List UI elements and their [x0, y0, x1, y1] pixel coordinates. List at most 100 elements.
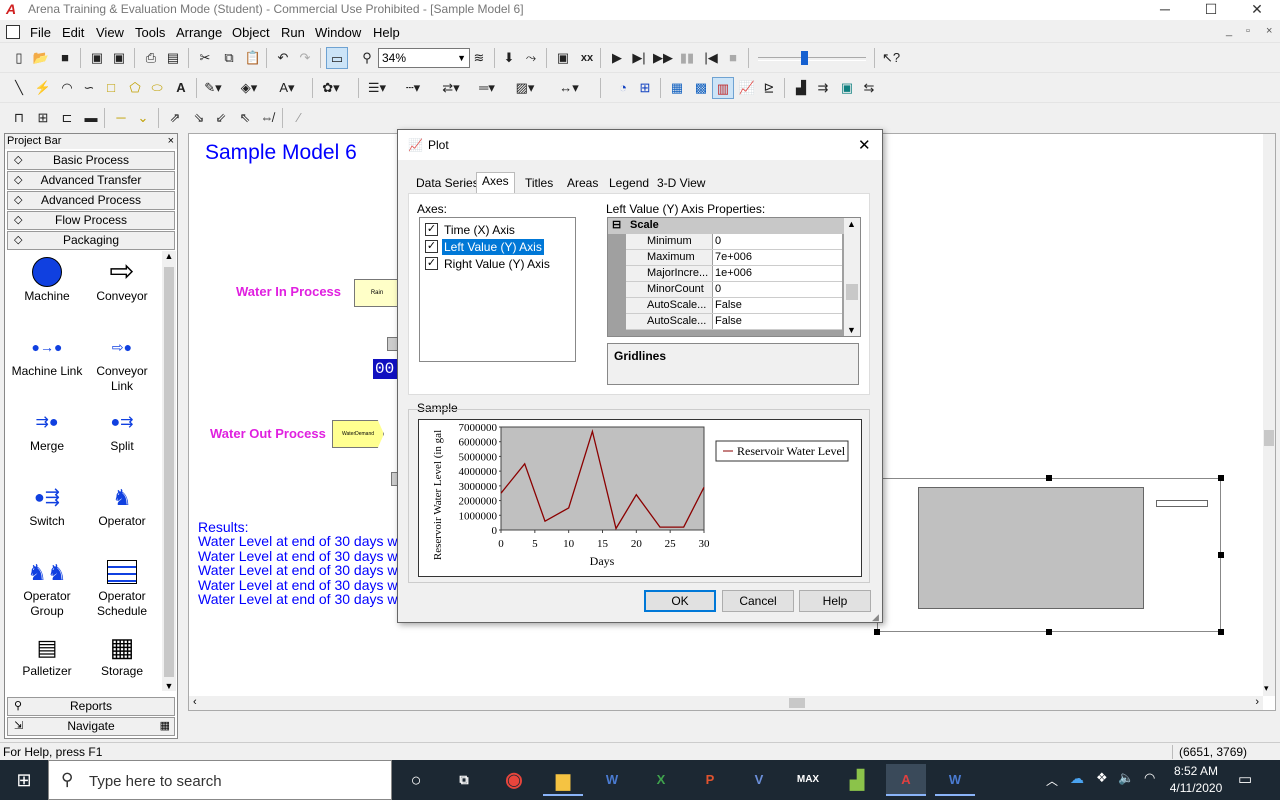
module-operator[interactable]: ♞ Operator	[86, 480, 158, 529]
wifi-icon[interactable]: ◠	[1144, 770, 1155, 786]
panel-reports[interactable]: ⚲ Reports	[7, 697, 175, 716]
new-icon[interactable]: ▯	[8, 47, 30, 69]
queue-icon[interactable]: ⊵	[758, 77, 780, 99]
notifications-icon[interactable]: ▭	[1238, 770, 1252, 788]
tab-titles[interactable]: Titles	[520, 175, 558, 193]
mdi-restore-icon[interactable]: ▫	[1246, 25, 1250, 37]
plot-icon[interactable]: 📈	[736, 77, 758, 99]
arc-icon[interactable]: ◠	[56, 77, 78, 99]
bezier-icon[interactable]: ∽	[78, 77, 100, 99]
fill-pattern-icon[interactable]: ▨▾	[514, 77, 536, 99]
module-split[interactable]: ●⇉ Split	[86, 405, 158, 454]
module-switch[interactable]: ●⇶ Switch	[11, 480, 83, 529]
station-icon[interactable]: ⊓	[8, 107, 30, 129]
animate-connectors-icon[interactable]: ▣	[552, 47, 574, 69]
axis-item-left-value[interactable]: ✓ Left Value (Y) Axis	[425, 239, 575, 255]
fill-color-icon[interactable]: ◈▾	[238, 77, 260, 99]
template-detach-icon[interactable]: ▣	[108, 47, 130, 69]
storage-icon[interactable]: ⇆	[858, 77, 880, 99]
menu-arrange[interactable]: Arrange	[176, 25, 222, 40]
flow-path-icon[interactable]: ⁄	[288, 107, 310, 129]
module-machine[interactable]: Machine	[11, 255, 83, 304]
tab-areas[interactable]: Areas	[562, 175, 603, 193]
panel-basic-process[interactable]: ◇ Basic Process	[7, 151, 175, 170]
connect-icon[interactable]: ⤳	[520, 47, 542, 69]
line-style-icon[interactable]: ┄▾	[402, 77, 424, 99]
distance-icon[interactable]: ─	[110, 107, 132, 129]
canvas-plot[interactable]	[874, 475, 1224, 635]
panel-advanced-transfer[interactable]: ◇ Advanced Transfer	[7, 171, 175, 190]
prop-scrollbar[interactable]: ▲ ▼	[844, 218, 860, 336]
text-color-icon[interactable]: A▾	[276, 77, 298, 99]
close-button[interactable]: ✕	[1234, 0, 1280, 20]
visio-icon[interactable]: V	[739, 764, 779, 796]
copy-icon[interactable]: ⧉	[218, 47, 240, 69]
context-help-icon[interactable]: ↖?	[880, 47, 902, 69]
window-background-icon[interactable]: ✿▾	[320, 77, 342, 99]
document-icon[interactable]	[6, 25, 20, 39]
canvas-vscrollbar[interactable]: ▾	[1263, 134, 1275, 696]
tab-legend[interactable]: Legend	[604, 175, 654, 193]
stop-icon[interactable]: ■	[722, 47, 744, 69]
global-icon[interactable]: ⇉	[812, 77, 834, 99]
cortana-icon[interactable]: ○	[396, 764, 436, 796]
parking-area-icon[interactable]: ⇘	[188, 107, 210, 129]
panel-advanced-process[interactable]: ◇ Advanced Process	[7, 191, 175, 210]
module-operator-group[interactable]: ♞♞ Operator Group	[11, 555, 83, 619]
animation-speed-slider[interactable]	[758, 57, 866, 61]
chart-app-icon[interactable]: ▟	[837, 764, 877, 796]
polygon-icon[interactable]: ⬠	[124, 77, 146, 99]
axis-item-time[interactable]: ✓ Time (X) Axis	[425, 222, 575, 238]
panel-packaging[interactable]: ◇ Packaging	[7, 231, 175, 250]
variable-icon[interactable]: ▦	[666, 77, 688, 99]
zoom-select[interactable]: 34% ▼	[378, 48, 470, 68]
project-bar-close-icon[interactable]: ×	[168, 134, 174, 148]
module-conveyor[interactable]: ⇨ Conveyor	[86, 255, 158, 304]
module-machine-link[interactable]: ●→● Machine Link	[11, 330, 83, 379]
promote-path-icon[interactable]: ⇗	[164, 107, 186, 129]
box-icon[interactable]: □	[100, 77, 122, 99]
minimize-button[interactable]: ─	[1142, 0, 1188, 20]
menu-file[interactable]: File	[30, 25, 51, 40]
module-operator-schedule[interactable]: Operator Schedule	[86, 555, 158, 619]
mdi-close-icon[interactable]: ×	[1266, 25, 1272, 37]
maxstat-icon[interactable]: MAX	[788, 764, 828, 796]
menu-view[interactable]: View	[96, 25, 124, 40]
save-icon[interactable]: ■	[54, 47, 76, 69]
clock-icon[interactable]: ◔	[612, 77, 634, 99]
show-dimensions-icon[interactable]: ↔▾	[558, 77, 580, 99]
dialog-close-button[interactable]: ✕	[858, 136, 871, 154]
menu-tools[interactable]: Tools	[135, 25, 165, 40]
intersection-icon[interactable]: ⊞	[32, 107, 54, 129]
polyline-icon[interactable]: ⚡	[32, 77, 54, 99]
powerpoint-icon[interactable]: P	[690, 764, 730, 796]
view-region-icon[interactable]: ▭	[326, 47, 348, 69]
resource-icon[interactable]: ▟	[790, 77, 812, 99]
transporter-icon[interactable]: ▣	[836, 77, 858, 99]
canvas-hscrollbar[interactable]: ‹ ›	[189, 696, 1263, 710]
cut-icon[interactable]: ✂	[194, 47, 216, 69]
palette-scrollbar[interactable]: ▲ ▼	[162, 251, 176, 691]
segment-icon[interactable]: ▬	[80, 107, 102, 129]
animate-icon[interactable]: xx	[576, 47, 598, 69]
histogram-icon[interactable]: ▥	[712, 77, 734, 99]
onedrive-icon[interactable]: ☁	[1070, 770, 1084, 787]
transporter-path-icon[interactable]: ⇙	[210, 107, 232, 129]
panel-flow-process[interactable]: ◇ Flow Process	[7, 211, 175, 230]
step-icon[interactable]: ▶|	[628, 47, 650, 69]
word-taskbar-icon-2[interactable]: W	[935, 764, 975, 796]
mdi-minimize-icon[interactable]: _	[1226, 25, 1232, 37]
task-view-icon[interactable]: ⧉	[444, 764, 484, 796]
menu-edit[interactable]: Edit	[62, 25, 84, 40]
tray-chevron-icon[interactable]: ︿	[1046, 772, 1058, 789]
menu-object[interactable]: Object	[232, 25, 270, 40]
line-pattern-icon[interactable]: ═▾	[476, 77, 498, 99]
property-grid[interactable]: ⊟ Scale Minimum 0 Maximum 7e+006 MajorIncre…	[607, 217, 861, 337]
file-explorer-icon[interactable]: ▆	[543, 764, 583, 796]
module-storage[interactable]: ▦ Storage	[86, 630, 158, 679]
cancel-button[interactable]: Cancel	[722, 590, 794, 612]
panel-navigate[interactable]: ⇲ Navigate ▦	[7, 717, 175, 736]
tab-3d-view[interactable]: 3-D View	[652, 175, 710, 193]
ok-button[interactable]: OK	[644, 590, 716, 612]
module-palletizer[interactable]: ▤ Palletizer	[11, 630, 83, 679]
